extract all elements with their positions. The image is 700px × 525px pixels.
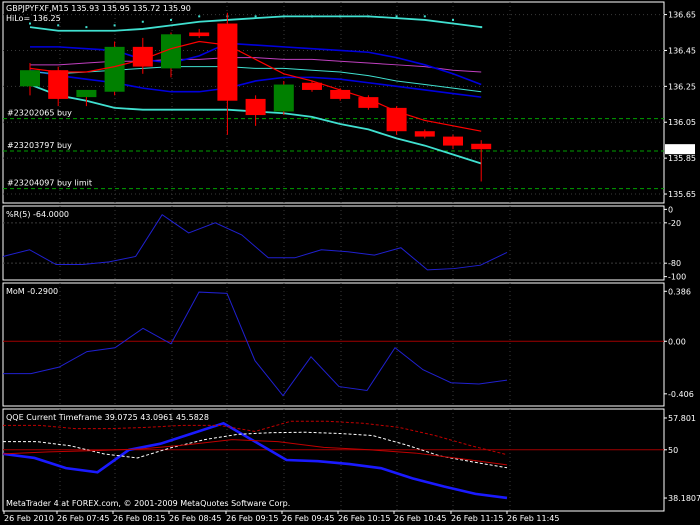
candle-body[interactable] (104, 46, 125, 92)
candle-body[interactable] (76, 89, 97, 98)
hilo-dot (282, 15, 285, 18)
order-label: #23202065 buy (7, 109, 72, 118)
price-axis-label: 136.65 (668, 11, 696, 20)
price-axis-label: 38.1807 (668, 494, 700, 503)
candle-body[interactable] (217, 23, 238, 101)
price-axis-label: 57.801 (668, 414, 696, 423)
indicator-title: MoM -0.2900 (6, 287, 58, 296)
hilo-dot (367, 15, 370, 18)
hilo-label: HiLo= 136.25 (6, 14, 61, 23)
price-axis-label: -100 (668, 273, 686, 282)
hilo-dot (254, 15, 257, 18)
candle-body[interactable] (471, 143, 492, 150)
hilo-dot (339, 15, 342, 18)
hilo-dot (85, 26, 88, 29)
order-label: #23203797 buy (7, 141, 72, 150)
hilo-dot (311, 15, 313, 18)
price-axis-label: 136.25 (668, 82, 696, 91)
candle-body[interactable] (48, 70, 69, 99)
hilo-dot (57, 24, 60, 27)
candle-body[interactable] (414, 131, 435, 137)
price-axis-label: -80 (668, 259, 681, 268)
hilo-dot (113, 24, 116, 27)
time-axis-label: 26 Feb 11:45 (507, 514, 559, 523)
time-axis-label: 26 Feb 08:15 (113, 514, 165, 523)
time-axis-label: 26 Feb 10:45 (394, 514, 446, 523)
candle-body[interactable] (443, 136, 463, 146)
indicator-title: QQE Current Timeframe 39.0725 43.0961 45… (6, 413, 209, 422)
indicator-title: %R(5) -64.0000 (6, 210, 69, 219)
hilo-dot (141, 20, 144, 23)
chart-title: GBPJPYFXF,M15 135.93 135.95 135.72 135.9… (6, 4, 191, 13)
price-axis-label: 136.45 (668, 46, 696, 55)
time-axis-label: 26 Feb 11:15 (451, 514, 503, 523)
time-axis-label: 26 Feb 08:45 (169, 514, 221, 523)
price-axis-label: -0.406 (668, 390, 694, 399)
price-axis-label: 135.65 (668, 190, 696, 199)
footer-copyright: MetaTrader 4 at FOREX.com, © 2001-2009 M… (6, 499, 290, 508)
price-axis-label: 50 (668, 446, 678, 455)
candle-body[interactable] (330, 89, 351, 99)
price-axis-label: -20 (668, 219, 681, 228)
time-axis-label: 26 Feb 07:45 (57, 514, 109, 523)
time-axis-label: 26 Feb 09:45 (282, 514, 334, 523)
candle-body[interactable] (20, 70, 40, 87)
hilo-dot (423, 15, 426, 18)
price-axis-label: 0 (668, 205, 673, 214)
time-axis-label: 26 Feb 10:15 (338, 514, 390, 523)
candle-body[interactable] (245, 98, 266, 116)
order-label: #23204097 buy limit (7, 179, 92, 188)
time-axis-label: 26 Feb 09:15 (226, 514, 278, 523)
candle-body[interactable] (302, 82, 322, 90)
hilo-dot (170, 18, 172, 21)
price-axis-label: 135.85 (668, 154, 696, 163)
hilo-dot (395, 15, 398, 18)
price-axis-label: 0.386 (668, 287, 691, 296)
price-axis-label: 0.00 (668, 337, 686, 346)
hilo-dot (198, 15, 201, 18)
time-axis-label: 26 Feb 2010 (4, 514, 54, 523)
candle-body[interactable] (189, 32, 210, 37)
candle-body[interactable] (273, 84, 294, 112)
metatrader-chart-window[interactable]: 136.65 136.45 136.25 136.05 135.85 135.65 0 -20… (0, 0, 700, 525)
bid-price-label: 135.90 (667, 145, 695, 154)
hilo-dot (480, 26, 483, 29)
hilo-dot (452, 18, 454, 21)
price-axis-label: 136.05 (668, 118, 696, 127)
